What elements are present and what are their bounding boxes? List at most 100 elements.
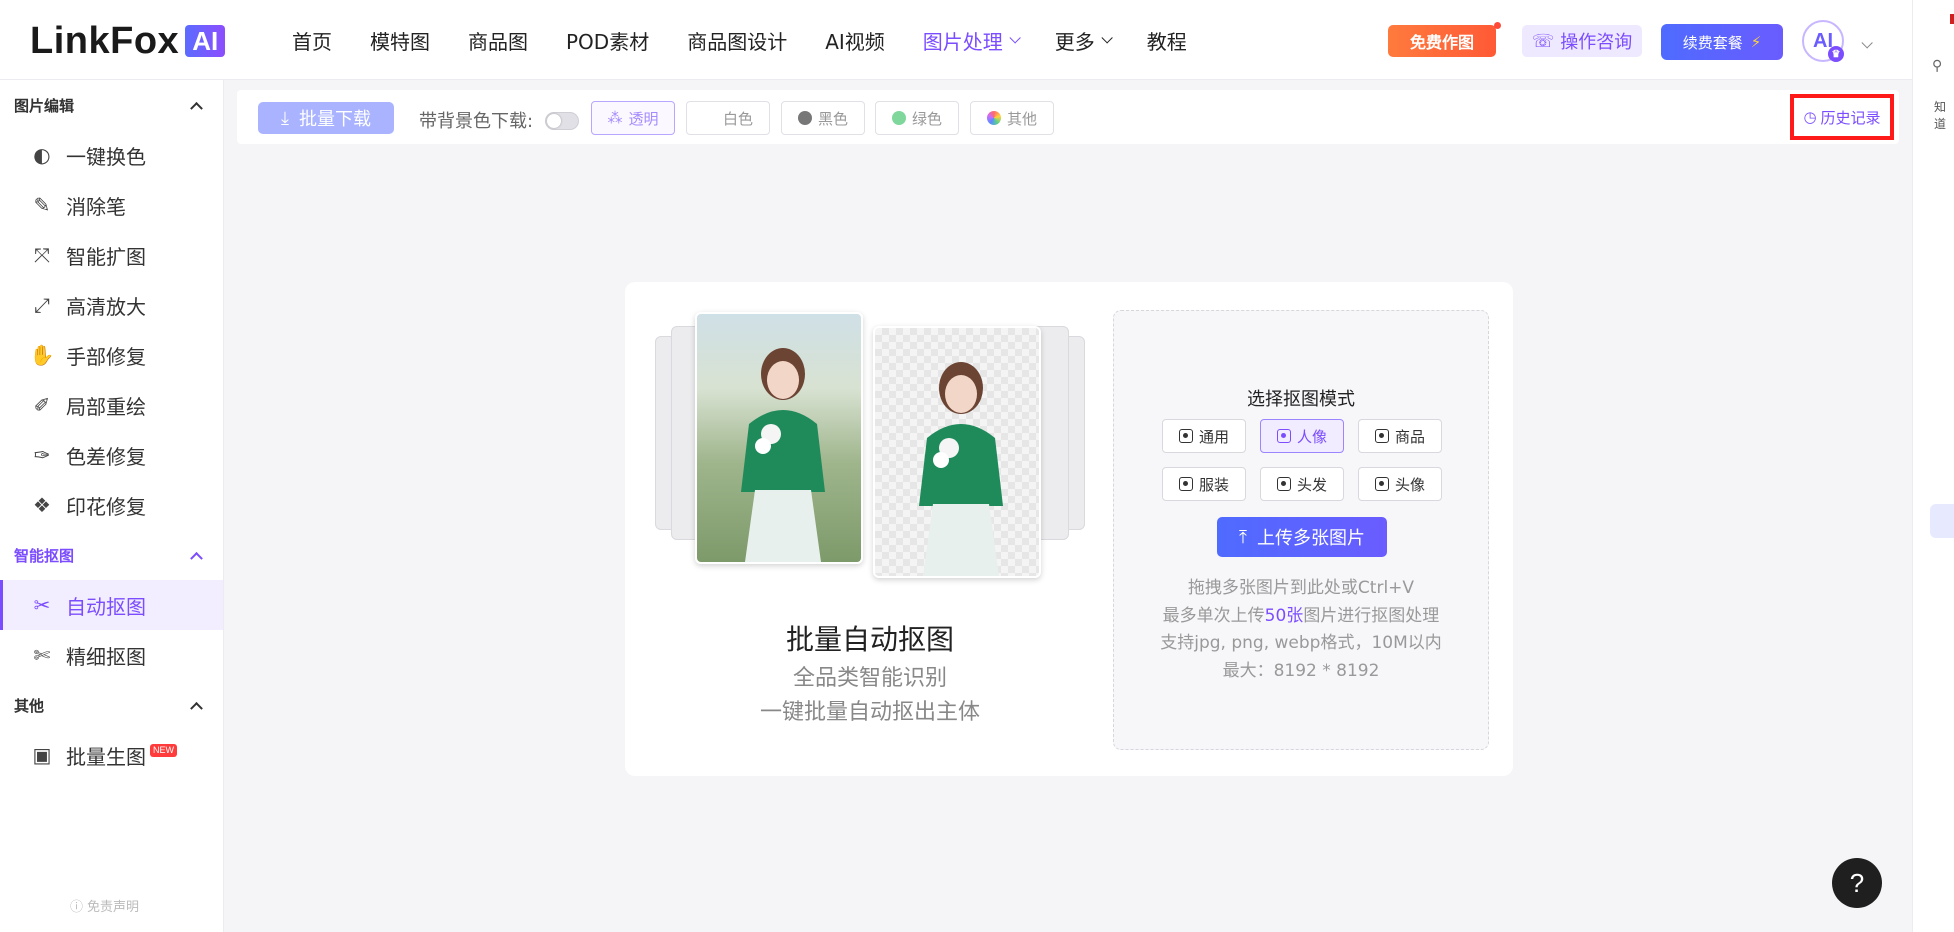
scan-hair-icon	[1276, 477, 1291, 491]
chevron-up-icon	[190, 701, 203, 715]
scan-icon	[1178, 429, 1193, 443]
sidebar-item-label: 手部修复	[66, 344, 146, 369]
mode-clothing-button[interactable]: 服装	[1162, 467, 1246, 501]
free-create-button[interactable]: 免费作图	[1388, 25, 1496, 57]
card-subtitle-1: 全品类智能识别	[792, 666, 947, 691]
scan-clothing-icon	[1178, 477, 1193, 491]
nav-home[interactable]: 首页	[292, 26, 332, 55]
side-tab[interactable]	[1930, 504, 1954, 538]
bg-toggle[interactable]	[545, 112, 579, 130]
logo-text: LinkFox	[30, 19, 180, 62]
batch-download-button[interactable]: ⤓ 批量下载	[258, 102, 394, 134]
consult-label: 操作咨询	[1560, 32, 1633, 53]
hint-formats: 支持jpg, png, webp格式，10M以内	[1160, 633, 1442, 653]
expand-icon: ⤧	[34, 243, 50, 267]
hint-drag: 拖拽多张图片到此处或Ctrl+V	[1187, 578, 1415, 598]
upload-dropzone[interactable]: 选择抠图模式 通用 人像 商品 服装 头发 头像 ⤒ 上传多张图片 拖拽多张图片…	[1113, 310, 1489, 750]
sidebar-item-label: 批量生图	[66, 744, 146, 769]
sidebar-item-fine-cutout[interactable]: ✄ 精细抠图	[0, 630, 223, 680]
preview-stack	[655, 312, 1085, 578]
nav-pod[interactable]: POD素材	[566, 26, 649, 55]
chevron-down-icon	[1009, 32, 1021, 44]
black-swatch	[797, 111, 812, 125]
consult-button[interactable]: ☏ 操作咨询	[1522, 25, 1642, 57]
bg-option-black[interactable]: 黑色	[781, 101, 865, 135]
nav-more[interactable]: 更多	[1055, 26, 1113, 55]
mode-label: 头像	[1394, 475, 1425, 494]
clock-icon: ◷	[1803, 108, 1817, 126]
search-icon[interactable]: ⚲	[1932, 58, 1942, 74]
sidebar: 图片编辑 ◐ 一键换色 ✎ 消除笔 ⤧ 智能扩图 ⤢ 高清放大 ✋ 手部修复 ✐ 局部重绘 …	[0, 80, 224, 932]
cutout-photo	[873, 326, 1041, 578]
disclaimer-label: 免责声明	[87, 900, 140, 915]
sidebar-item-inpaint[interactable]: ✐ 局部重绘	[0, 380, 223, 430]
top-nav-bar: LinkFox AI 首页 模特图 商品图 POD素材 商品图设计 AI视频 图…	[0, 0, 1912, 80]
logo-badge: AI	[185, 25, 226, 57]
sidebar-item-color-fix[interactable]: ✑ 色差修复	[0, 430, 223, 480]
sidebar-item-eraser[interactable]: ✎ 消除笔	[0, 180, 223, 230]
right-strip-text: 知道	[1934, 100, 1947, 131]
nav-design[interactable]: 商品图设计	[687, 26, 787, 55]
sidebar-item-print-fix[interactable]: ❖ 印花修复	[0, 480, 223, 530]
sidebar-item-hand-fix[interactable]: ✋ 手部修复	[0, 330, 223, 380]
mode-label: 商品	[1394, 427, 1425, 446]
recolor-icon: ◐	[33, 143, 51, 167]
nav-product[interactable]: 商品图	[468, 26, 528, 55]
sidebar-item-label: 自动抠图	[66, 594, 146, 619]
sidebar-section-image-edit[interactable]: 图片编辑	[0, 80, 223, 130]
mode-label: 通用	[1198, 427, 1229, 446]
upload-multiple-button[interactable]: ⤒ 上传多张图片	[1217, 517, 1387, 557]
bg-download-label: 带背景色下载:	[419, 111, 534, 132]
color-fix-icon: ✑	[33, 443, 51, 467]
portrait-cutout	[919, 362, 1003, 576]
hint-limit-post: 图片进行抠图处理	[1303, 606, 1440, 626]
chevron-down-icon[interactable]	[1855, 34, 1873, 53]
original-photo	[695, 312, 863, 564]
sidebar-item-label: 消除笔	[66, 194, 126, 219]
bg-option-other[interactable]: 其他	[970, 101, 1054, 135]
avatar[interactable]: AI ♛	[1802, 20, 1844, 62]
renew-plan-button[interactable]: 续费套餐 ⚡	[1661, 24, 1783, 60]
bg-option-white[interactable]: 白色	[686, 101, 770, 135]
main-nav: 首页 模特图 商品图 POD素材 商品图设计 AI视频 图片处理 更多 教程	[292, 0, 1225, 80]
sidebar-item-recolor[interactable]: ◐ 一键换色	[0, 130, 223, 180]
fine-cutout-icon: ✄	[33, 643, 51, 667]
history-button[interactable]: ◷ 历史记录	[1790, 94, 1894, 140]
mode-product-button[interactable]: 商品	[1358, 419, 1442, 453]
nav-ai-video[interactable]: AI视频	[825, 26, 885, 55]
nav-image-process[interactable]: 图片处理	[923, 26, 1021, 55]
bg-option-label: 白色	[722, 109, 753, 128]
sidebar-section-cutout[interactable]: 智能抠图	[0, 530, 223, 580]
card-subtitle-2: 一键批量自动抠出主体	[759, 700, 980, 725]
white-swatch	[702, 111, 717, 125]
logo[interactable]: LinkFox AI	[30, 19, 226, 62]
sidebar-item-batch-generate[interactable]: ▣ 批量生图 NEW	[0, 730, 223, 780]
chevron-up-icon	[190, 101, 203, 115]
help-button[interactable]: ?	[1832, 858, 1882, 908]
disclaimer-link[interactable]: ⓘ 免责声明	[70, 896, 139, 915]
head-icon	[1374, 477, 1389, 491]
upscale-icon: ⤢	[34, 293, 50, 317]
nav-model[interactable]: 模特图	[370, 26, 430, 55]
mode-hair-button[interactable]: 头发	[1260, 467, 1344, 501]
sidebar-item-label: 精细抠图	[66, 644, 146, 669]
mode-general-button[interactable]: 通用	[1162, 419, 1246, 453]
bg-option-label: 透明	[628, 109, 659, 128]
transparent-icon: ⁂	[607, 109, 623, 127]
bg-option-green[interactable]: 绿色	[875, 101, 959, 135]
sidebar-item-upscale[interactable]: ⤢ 高清放大	[0, 280, 223, 330]
bg-option-label: 黑色	[817, 109, 848, 128]
sidebar-section-other[interactable]: 其他	[0, 680, 223, 730]
new-badge: NEW	[150, 744, 177, 757]
mode-portrait-button[interactable]: 人像	[1260, 419, 1344, 453]
bg-option-transparent[interactable]: ⁂ 透明	[591, 101, 675, 135]
sidebar-item-label: 印花修复	[66, 494, 146, 519]
batch-cutout-card: 批量自动抠图 全品类智能识别 一键批量自动抠出主体 选择抠图模式 通用 人像 商…	[625, 282, 1513, 776]
hand-icon: ✋	[29, 343, 55, 367]
mode-headshot-button[interactable]: 头像	[1358, 467, 1442, 501]
mode-label: 头发	[1296, 475, 1327, 494]
sidebar-item-expand[interactable]: ⤧ 智能扩图	[0, 230, 223, 280]
hint-limit-pre: 最多单次上传	[1162, 606, 1265, 626]
nav-tutorial[interactable]: 教程	[1147, 26, 1187, 55]
sidebar-item-auto-cutout[interactable]: ✂ 自动抠图	[0, 580, 223, 630]
